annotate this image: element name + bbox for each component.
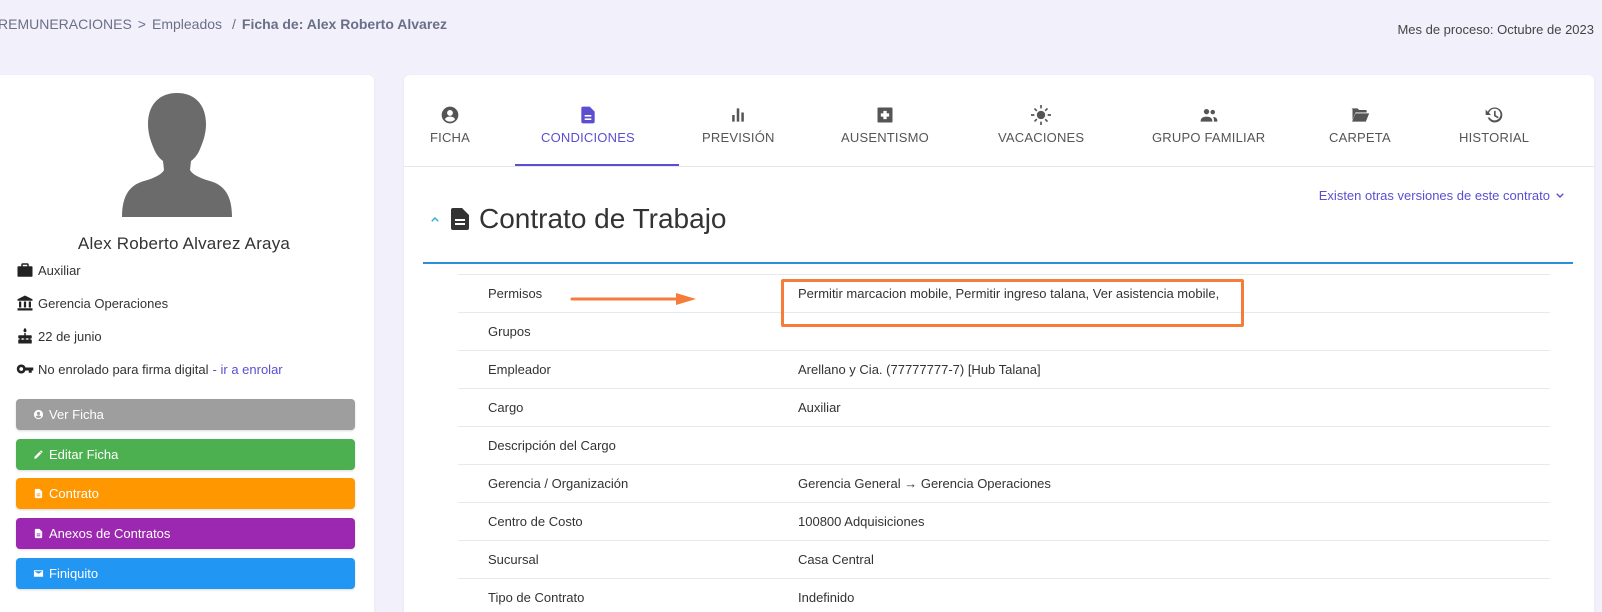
table-row: Gerencia / Organización Gerencia General… bbox=[458, 464, 1550, 502]
other-versions-label: Existen otras versiones de este contrato bbox=[1318, 188, 1550, 203]
document-icon bbox=[581, 106, 595, 124]
document-icon bbox=[34, 488, 43, 499]
bar-chart-icon bbox=[732, 108, 745, 122]
bank-icon bbox=[17, 295, 33, 311]
edit-record-button[interactable]: Editar Ficha bbox=[16, 439, 355, 470]
position-row: Auxiliar bbox=[16, 261, 81, 279]
tab-label: VACACIONES bbox=[998, 130, 1085, 145]
row-label: Centro de Costo bbox=[488, 514, 583, 529]
medical-cross-icon bbox=[877, 107, 893, 123]
row-label: Grupos bbox=[488, 324, 531, 339]
active-tab-indicator bbox=[515, 164, 679, 166]
people-icon bbox=[1200, 109, 1217, 122]
sun-icon bbox=[1031, 105, 1052, 125]
folder-open-icon bbox=[1351, 108, 1370, 122]
birthday-row: 22 de junio bbox=[16, 327, 102, 345]
section-header: Contrato de Trabajo bbox=[429, 203, 727, 235]
tab-label: CARPETA bbox=[1329, 130, 1391, 145]
tab-label: CONDICIONES bbox=[541, 130, 635, 145]
contract-button[interactable]: Contrato bbox=[16, 478, 355, 509]
row-label: Gerencia / Organización bbox=[488, 476, 629, 491]
tab-label: HISTORIAL bbox=[1459, 130, 1530, 145]
breadcrumb-separator: / bbox=[232, 16, 236, 32]
breadcrumb-separator: > bbox=[137, 16, 146, 32]
contract-panel: FICHA CONDICIONES PREVISIÓN AUSENTISMO V… bbox=[404, 75, 1594, 612]
row-value: Casa Central bbox=[798, 552, 874, 567]
edit-record-label: Editar Ficha bbox=[49, 447, 119, 462]
row-label: Permisos bbox=[488, 286, 543, 301]
tab-carpeta[interactable]: CARPETA bbox=[1329, 105, 1391, 145]
user-circle-icon bbox=[33, 409, 44, 420]
breadcrumb-current: Ficha de: Alex Roberto Alvarez bbox=[241, 16, 448, 32]
row-value: Indefinido bbox=[798, 590, 855, 605]
process-month: Mes de proceso: Octubre de 2023 bbox=[1397, 22, 1594, 37]
enroll-link[interactable]: - ir a enrolar bbox=[213, 362, 283, 377]
avatar bbox=[122, 93, 232, 217]
employee-profile-card: Alex Roberto Alvarez Araya Auxiliar Gere… bbox=[0, 75, 374, 612]
key-icon bbox=[16, 364, 34, 374]
table-row: Cargo Auxiliar bbox=[458, 388, 1550, 426]
history-icon bbox=[1485, 107, 1503, 123]
tab-ficha[interactable]: FICHA bbox=[430, 105, 470, 145]
row-label: Descripción del Cargo bbox=[488, 438, 616, 453]
annotation-highlight-box bbox=[781, 279, 1244, 327]
document-icon bbox=[34, 528, 43, 539]
pencil-icon bbox=[34, 450, 43, 459]
view-record-label: Ver Ficha bbox=[49, 407, 104, 422]
envelope-icon bbox=[33, 570, 44, 577]
contract-annexes-button[interactable]: Anexos de Contratos bbox=[16, 518, 355, 549]
row-label: Tipo de Contrato bbox=[488, 590, 585, 605]
section-divider bbox=[423, 262, 1573, 264]
row-label: Sucursal bbox=[488, 552, 539, 567]
table-row: Sucursal Casa Central bbox=[458, 540, 1550, 578]
row-label: Empleador bbox=[488, 362, 551, 377]
view-record-button[interactable]: Ver Ficha bbox=[16, 399, 355, 430]
chevron-up-icon[interactable] bbox=[429, 213, 441, 225]
tab-label: GRUPO FAMILIAR bbox=[1152, 130, 1266, 145]
breadcrumb-employees[interactable]: Empleados bbox=[152, 16, 222, 32]
row-value: Arellano y Cia. (77777777-7) [Hub Talana… bbox=[798, 362, 1041, 377]
breadcrumb-root[interactable]: REMUNERACIONES bbox=[0, 16, 132, 32]
employee-position: Auxiliar bbox=[38, 262, 81, 278]
contract-label: Contrato bbox=[49, 486, 99, 501]
table-row: Empleador Arellano y Cia. (77777777-7) [… bbox=[458, 350, 1550, 388]
employee-department: Gerencia Operaciones bbox=[38, 295, 169, 311]
tab-historial[interactable]: HISTORIAL bbox=[1459, 105, 1529, 145]
department-row: Gerencia Operaciones bbox=[16, 294, 168, 312]
other-versions-link[interactable]: Existen otras versiones de este contrato bbox=[1319, 188, 1566, 203]
row-label: Cargo bbox=[488, 400, 524, 415]
user-circle-icon bbox=[441, 106, 459, 124]
table-row: Descripción del Cargo bbox=[458, 426, 1550, 464]
section-title: Contrato de Trabajo bbox=[479, 203, 727, 234]
chevron-down-icon bbox=[1556, 192, 1564, 198]
settlement-label: Finiquito bbox=[49, 566, 99, 581]
signature-row: No enrolado para firma digital - ir a en… bbox=[16, 360, 283, 378]
employee-birthday: 22 de junio bbox=[38, 328, 102, 344]
row-value: Gerencia General → Gerencia Operaciones bbox=[798, 476, 1051, 491]
settlement-button[interactable]: Finiquito bbox=[16, 558, 355, 589]
breadcrumb: REMUNERACIONES > Empleados / Ficha de: A… bbox=[0, 16, 447, 32]
tab-prevision[interactable]: PREVISIÓN bbox=[702, 105, 775, 145]
tab-label: PREVISIÓN bbox=[702, 130, 775, 145]
annotation-arrow bbox=[570, 293, 696, 305]
row-value: Auxiliar bbox=[798, 400, 841, 415]
birthday-cake-icon bbox=[18, 327, 32, 344]
employee-name: Alex Roberto Alvarez Araya bbox=[77, 234, 291, 253]
table-row: Tipo de Contrato Indefinido bbox=[458, 578, 1550, 612]
tab-ausentismo[interactable]: AUSENTISMO bbox=[841, 105, 929, 145]
tab-bar: FICHA CONDICIONES PREVISIÓN AUSENTISMO V… bbox=[404, 75, 1594, 167]
tab-label: FICHA bbox=[430, 130, 470, 145]
tab-vacaciones[interactable]: VACACIONES bbox=[998, 105, 1084, 145]
document-icon bbox=[451, 208, 469, 230]
signature-status: No enrolado para firma digital bbox=[38, 361, 209, 377]
table-row: Centro de Costo 100800 Adquisiciones bbox=[458, 502, 1550, 540]
tab-label: AUSENTISMO bbox=[841, 130, 929, 145]
tab-grupo-familiar[interactable]: GRUPO FAMILIAR bbox=[1152, 105, 1265, 145]
briefcase-icon bbox=[17, 263, 33, 277]
tab-condiciones[interactable]: CONDICIONES bbox=[541, 105, 635, 145]
row-value: 100800 Adquisiciones bbox=[798, 514, 925, 529]
contract-annexes-label: Anexos de Contratos bbox=[49, 526, 171, 541]
